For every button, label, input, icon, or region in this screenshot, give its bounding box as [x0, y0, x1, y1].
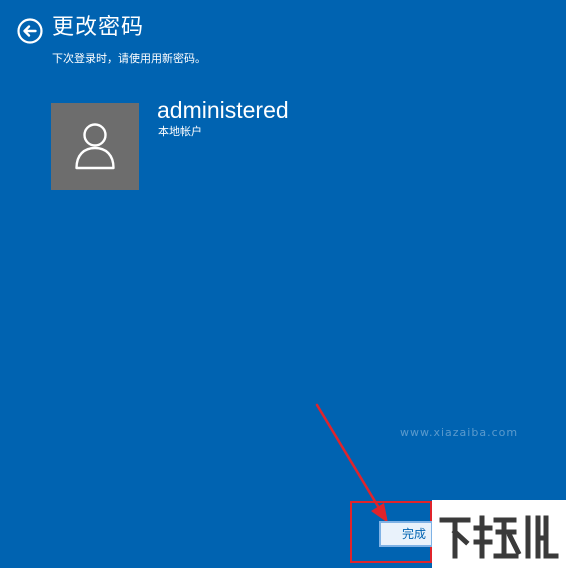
watermark-logo [439, 515, 559, 559]
watermark-url: www.xiazaiba.com [400, 426, 519, 439]
finish-button-label: 完成 [401, 527, 426, 541]
user-icon [75, 123, 115, 170]
back-arrow-circle-icon [17, 18, 43, 44]
avatar [51, 103, 139, 190]
finish-button[interactable]: 完成 [379, 521, 433, 547]
account-type: 本地帐户 [158, 125, 202, 138]
page-title: 更改密码 [52, 15, 145, 40]
back-button[interactable] [17, 18, 43, 44]
page-subtitle: 下次登录时，请使用用新密码。 [52, 52, 206, 65]
annotation-arrow [315, 403, 388, 523]
account-name: administered [157, 97, 289, 123]
